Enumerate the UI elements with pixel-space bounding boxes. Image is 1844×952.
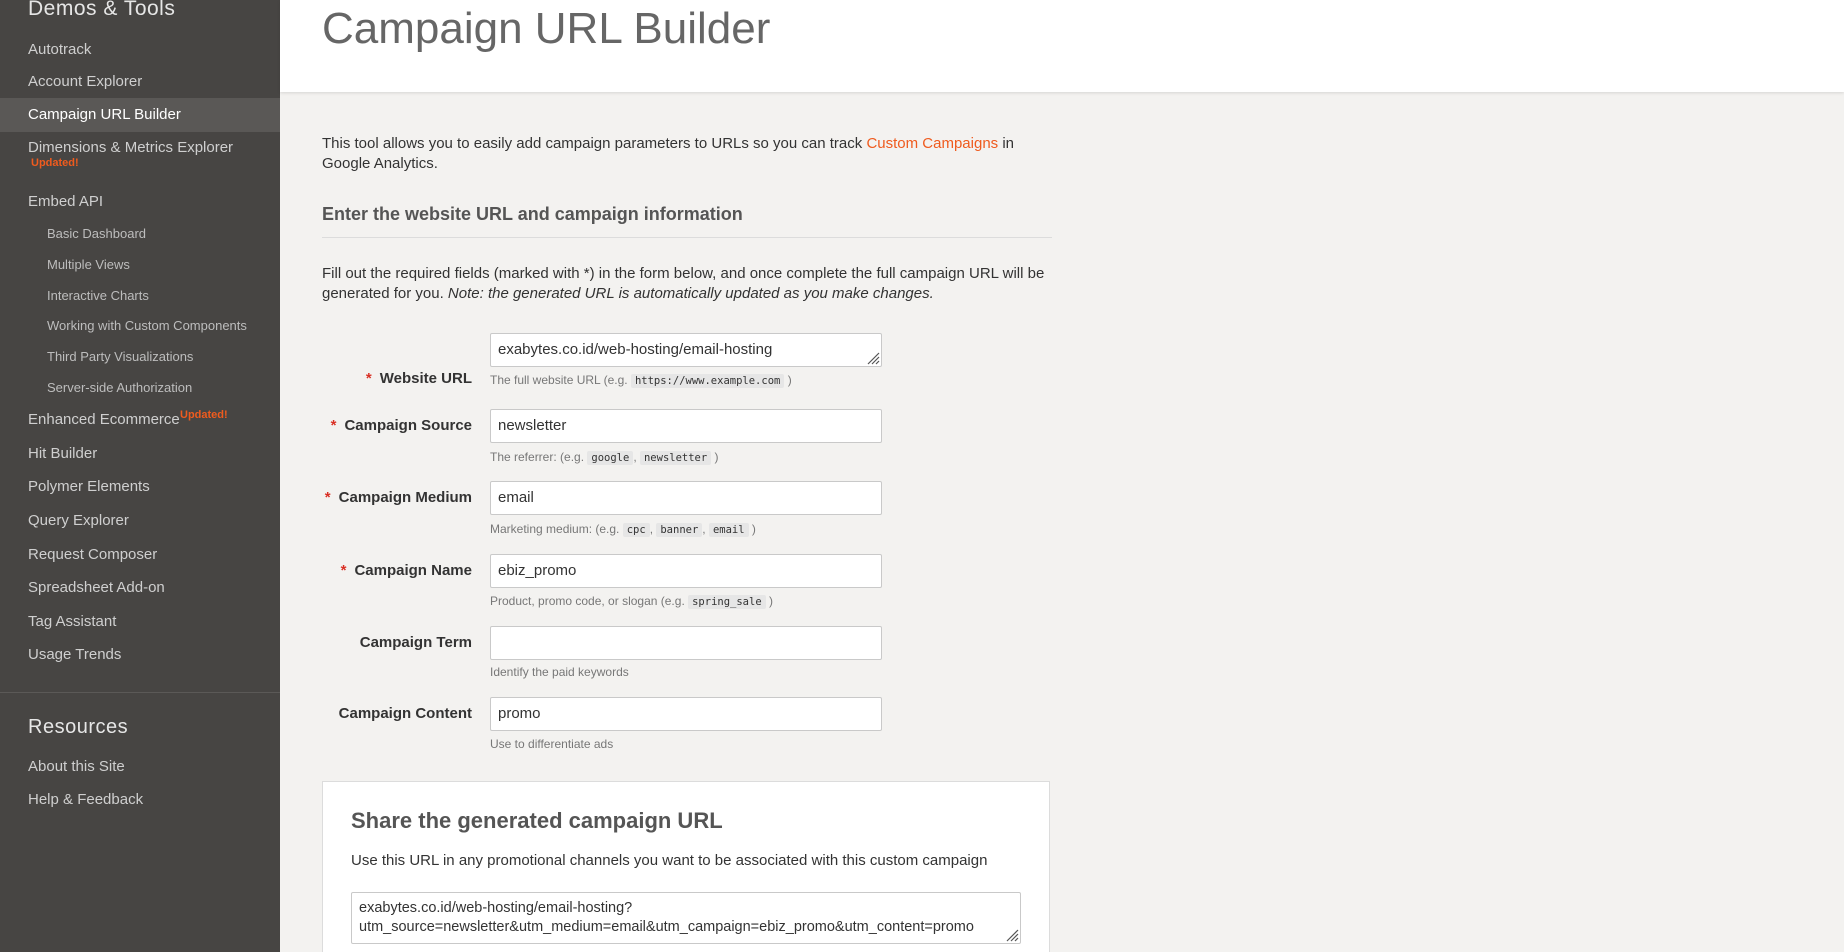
sidebar-item-embed-api[interactable]: Embed API bbox=[0, 190, 280, 214]
updated-badge: Updated! bbox=[31, 157, 79, 169]
example-code: spring_sale bbox=[688, 595, 766, 609]
sidebar-item-request-composer[interactable]: Request Composer bbox=[0, 543, 280, 567]
sidebar-subitem-custom-components[interactable]: Working with Custom Components bbox=[0, 316, 280, 336]
campaign-term-input[interactable] bbox=[490, 626, 882, 660]
campaign-term-label: Campaign Term bbox=[359, 634, 472, 651]
campaign-medium-label-text: Campaign Medium bbox=[338, 489, 472, 506]
sidebar-item-about[interactable]: About this Site bbox=[0, 755, 280, 779]
resize-handle-icon[interactable] bbox=[866, 351, 880, 365]
sidebar-subitem-third-party-viz[interactable]: Third Party Visualizations bbox=[0, 347, 280, 367]
campaign-content-input[interactable]: promo bbox=[490, 697, 882, 731]
sidebar-item-polymer-elements[interactable]: Polymer Elements bbox=[0, 475, 280, 499]
share-panel: Share the generated campaign URL Use thi… bbox=[322, 781, 1050, 952]
required-mark: * bbox=[340, 562, 347, 579]
campaign-medium-hint-text: Marketing medium: (e.g. bbox=[490, 522, 623, 536]
example-code: https://www.example.com bbox=[630, 374, 785, 388]
sidebar-item-usage-trends[interactable]: Usage Trends bbox=[0, 643, 280, 667]
sidebar-divider bbox=[0, 692, 280, 693]
website-url-label-text: Website URL bbox=[379, 370, 472, 387]
campaign-name-hint-text: Product, promo code, or slogan (e.g. bbox=[490, 594, 689, 608]
sidebar-item-campaign-url-builder[interactable]: Campaign URL Builder bbox=[0, 98, 280, 132]
sidebar-subitem-multiple-views[interactable]: Multiple Views bbox=[0, 255, 280, 275]
campaign-source-label-text: Campaign Source bbox=[344, 417, 472, 434]
intro-text-before: This tool allows you to easily add campa… bbox=[322, 135, 867, 152]
intro-text: This tool allows you to easily add campa… bbox=[322, 134, 1052, 174]
sidebar-item-spreadsheet-addon[interactable]: Spreadsheet Add-on bbox=[0, 576, 280, 600]
sidebar-subitem-server-side-auth[interactable]: Server-side Authorization bbox=[0, 378, 280, 398]
sidebar-section-demos: Demos & Tools bbox=[28, 0, 176, 20]
example-code: cpc bbox=[622, 523, 650, 537]
required-mark: * bbox=[330, 417, 337, 434]
example-code: email bbox=[708, 523, 749, 537]
campaign-name-hint: Product, promo code, or slogan (e.g. spr… bbox=[490, 594, 773, 609]
hint-close: ) bbox=[765, 594, 773, 608]
hint-close: ) bbox=[784, 373, 792, 387]
page-header: Campaign URL Builder bbox=[280, 0, 1844, 92]
campaign-source-label: * Campaign Source bbox=[322, 417, 472, 434]
sidebar-item-help-feedback[interactable]: Help & Feedback bbox=[0, 788, 280, 812]
campaign-source-hint-text: The referrer: (e.g. bbox=[490, 450, 588, 464]
resize-handle-icon[interactable] bbox=[1005, 928, 1019, 942]
campaign-medium-label: * Campaign Medium bbox=[322, 489, 472, 506]
form-section-heading: Enter the website URL and campaign infor… bbox=[322, 204, 1052, 238]
example-code: google bbox=[587, 451, 634, 465]
campaign-source-hint: The referrer: (e.g. google, newsletter ) bbox=[490, 450, 719, 465]
website-url-hint: The full website URL (e.g. https://www.e… bbox=[490, 373, 792, 388]
hint-close: ) bbox=[748, 522, 756, 536]
updated-badge-ecommerce: Updated! bbox=[180, 409, 228, 421]
campaign-medium-input[interactable]: email bbox=[490, 481, 882, 515]
website-url-input[interactable]: exabytes.co.id/web-hosting/email-hosting bbox=[490, 333, 882, 367]
sidebar-item-tag-assistant[interactable]: Tag Assistant bbox=[0, 610, 280, 634]
generated-url-textarea[interactable]: exabytes.co.id/web-hosting/email-hosting… bbox=[351, 892, 1021, 944]
page-title: Campaign URL Builder bbox=[322, 4, 771, 53]
share-title: Share the generated campaign URL bbox=[351, 808, 723, 833]
sidebar-item-account-explorer[interactable]: Account Explorer bbox=[0, 70, 280, 94]
example-code: newsletter bbox=[639, 451, 712, 465]
sidebar-item-query-explorer[interactable]: Query Explorer bbox=[0, 509, 280, 533]
share-description: Use this URL in any promotional channels… bbox=[351, 852, 988, 869]
example-code: banner bbox=[656, 523, 703, 537]
sidebar-subitem-basic-dashboard[interactable]: Basic Dashboard bbox=[0, 224, 280, 244]
sidebar-item-autotrack[interactable]: Autotrack bbox=[0, 38, 280, 62]
campaign-name-label-text: Campaign Name bbox=[354, 562, 472, 579]
sidebar-subitem-interactive-charts[interactable]: Interactive Charts bbox=[0, 286, 280, 306]
required-mark: * bbox=[365, 370, 372, 387]
website-url-label: * Website URL bbox=[322, 370, 472, 387]
sidebar-item-enhanced-ecommerce[interactable]: Enhanced Ecommerce bbox=[0, 408, 180, 432]
required-mark: * bbox=[324, 489, 331, 506]
campaign-medium-hint: Marketing medium: (e.g. cpc, banner, ema… bbox=[490, 522, 756, 537]
campaign-content-label: Campaign Content bbox=[338, 705, 472, 722]
campaign-source-input[interactable]: newsletter bbox=[490, 409, 882, 443]
sidebar-item-hit-builder[interactable]: Hit Builder bbox=[0, 442, 280, 466]
form-info-text: Fill out the required fields (marked wit… bbox=[322, 264, 1052, 304]
campaign-name-input[interactable]: ebiz_promo bbox=[490, 554, 882, 588]
hint-close: ) bbox=[711, 450, 719, 464]
sidebar-section-resources: Resources bbox=[28, 716, 129, 738]
form-info-note: Note: the generated URL is automatically… bbox=[447, 285, 934, 302]
custom-campaigns-link[interactable]: Custom Campaigns bbox=[866, 135, 998, 152]
campaign-term-hint: Identify the paid keywords bbox=[490, 665, 629, 679]
campaign-content-hint: Use to differentiate ads bbox=[490, 737, 614, 751]
sidebar: Demos & Tools Autotrack Account Explorer… bbox=[0, 0, 280, 952]
campaign-name-label: * Campaign Name bbox=[322, 562, 472, 579]
website-url-hint-text: The full website URL (e.g. bbox=[490, 373, 631, 387]
